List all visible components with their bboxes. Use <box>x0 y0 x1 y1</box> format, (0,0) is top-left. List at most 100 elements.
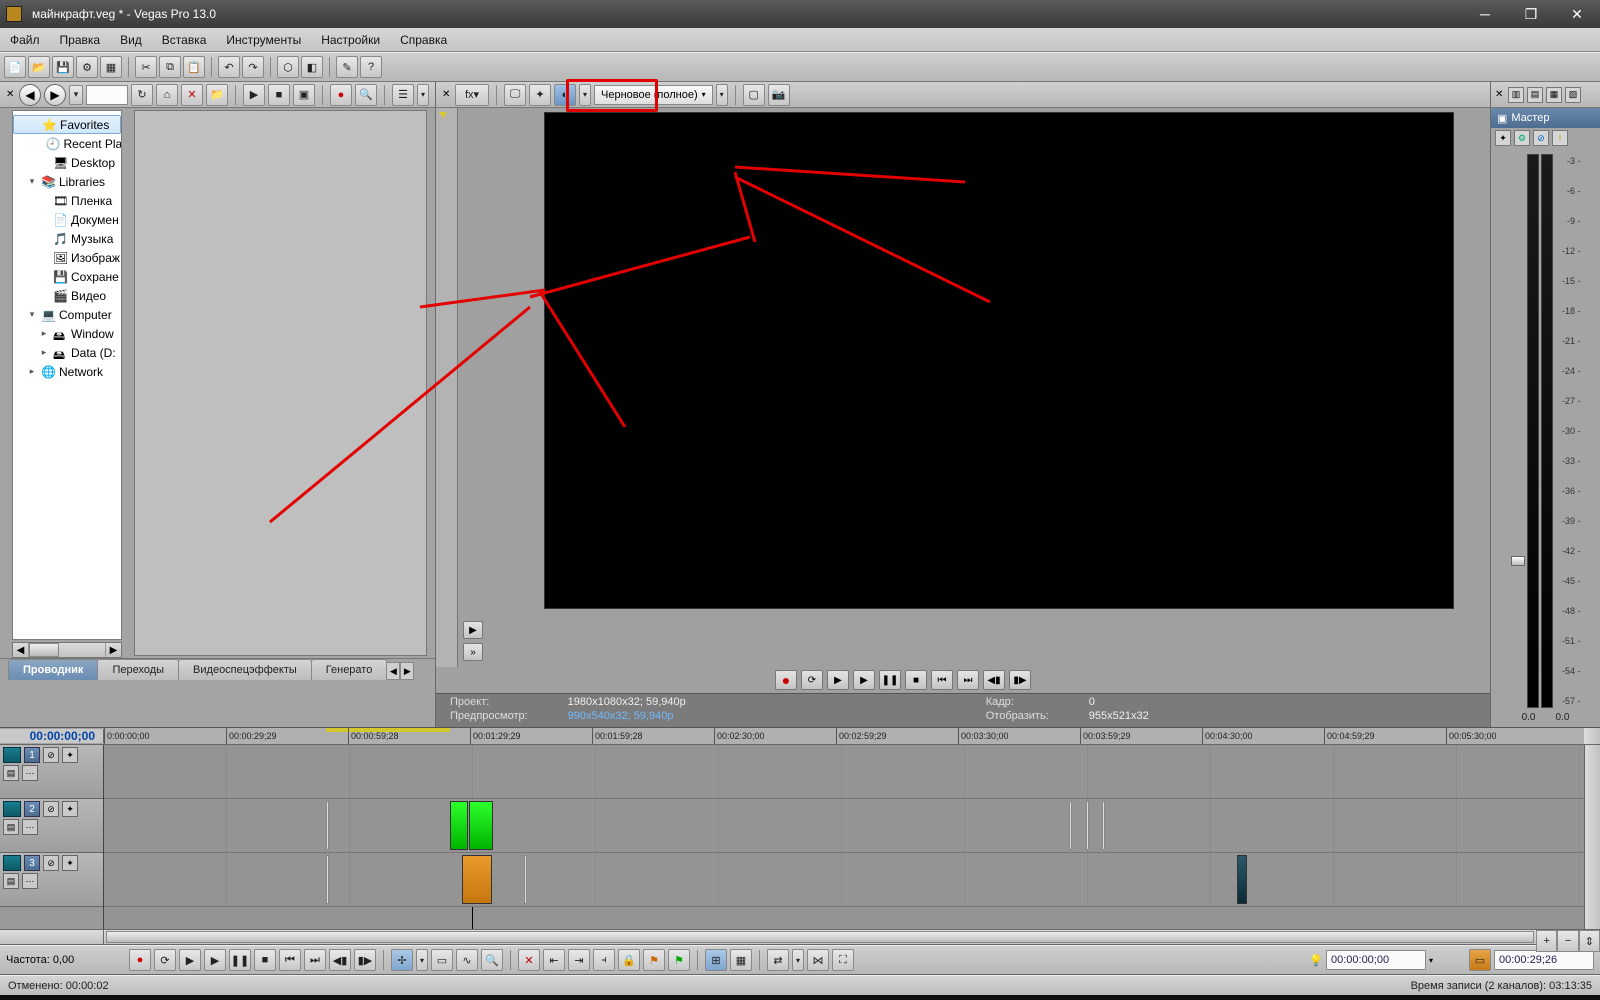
quality-sub-dropdown[interactable]: ▾ <box>716 84 728 106</box>
envelope-tool[interactable]: ∿ <box>456 949 478 971</box>
split-button[interactable]: ⫞ <box>593 949 615 971</box>
opera-button[interactable] <box>288 995 336 1000</box>
play-button[interactable]: ▶ <box>853 670 875 690</box>
lock-button[interactable]: 🔒 <box>618 949 640 971</box>
tc-dropdown-icon[interactable]: ▾ <box>1429 956 1433 965</box>
auto-ripple-button[interactable]: ⇄ <box>767 949 789 971</box>
menu-view[interactable]: Вид <box>110 29 152 51</box>
track-comp-button[interactable]: ▤ <box>3 873 19 889</box>
selection-tool[interactable]: ▭ <box>431 949 453 971</box>
preview-quality-dropdown[interactable]: Черновое (полное) ▾ <box>594 85 713 105</box>
marker-button[interactable]: ⚑ <box>643 949 665 971</box>
tree-item[interactable]: ▸🖴Data (D: <box>13 343 121 362</box>
quantize-button[interactable]: ▦ <box>730 949 752 971</box>
master-close-icon[interactable]: ✕ <box>1495 89 1505 100</box>
master-fader[interactable] <box>1511 556 1525 566</box>
cut-button[interactable]: ✂ <box>135 56 157 78</box>
overlays-button[interactable]: ▢ <box>743 84 765 106</box>
window-maximize-button[interactable]: ❐ <box>1508 0 1554 28</box>
tree-item[interactable]: ▸🌐Network <box>13 362 121 381</box>
master-fx-button[interactable]: ⚙ <box>1514 130 1530 146</box>
zoom-button[interactable]: 🔍 <box>355 84 377 106</box>
track-fx-button[interactable]: ✦ <box>62 747 78 763</box>
play-start-button[interactable]: ▶ <box>827 670 849 690</box>
menu-insert[interactable]: Вставка <box>152 29 217 51</box>
window-close-button[interactable]: ✕ <box>1554 0 1600 28</box>
track-header-1[interactable]: 1⊘✦ ▤⋯ <box>0 745 103 799</box>
track-bypass-button[interactable]: ⊘ <box>43 747 59 763</box>
master-dim-button[interactable]: ▦ <box>1546 87 1562 103</box>
auto-crossfade-button[interactable]: ⋈ <box>807 949 829 971</box>
video-clip[interactable] <box>469 801 493 850</box>
master-bus-button[interactable]: ▤ <box>1527 87 1543 103</box>
tl-go-start-button[interactable]: ⏮ <box>279 949 301 971</box>
nav-back-button[interactable]: ◀ <box>19 84 41 106</box>
track-lane-3[interactable] <box>104 853 1584 907</box>
redo-button[interactable]: ↷ <box>242 56 264 78</box>
help-button[interactable]: ? <box>360 56 382 78</box>
master-prefx-button[interactable]: ✦ <box>1495 130 1511 146</box>
views-dropdown-button[interactable]: ▾ <box>417 84 429 106</box>
preview-ruler[interactable] <box>436 108 458 667</box>
tl-play-button[interactable]: ▶ <box>204 949 226 971</box>
menu-help[interactable]: Справка <box>390 29 457 51</box>
mail-button[interactable] <box>240 995 288 1000</box>
vegas-taskbar-button[interactable] <box>336 995 384 1000</box>
clip-marker[interactable] <box>1086 801 1089 850</box>
snap-button[interactable]: ⊞ <box>705 949 727 971</box>
render-button[interactable]: ▦ <box>100 56 122 78</box>
track-bypass-button[interactable]: ⊘ <box>43 801 59 817</box>
explorer-close-icon[interactable]: ✕ <box>6 89 16 100</box>
timeline-ruler[interactable]: 0:00:00;0000:00:29;2900:00:59;2800:01:29… <box>104 728 1584 744</box>
tree-item[interactable]: 📄Докумен <box>13 210 121 229</box>
tl-play-start-button[interactable]: ▶ <box>179 949 201 971</box>
file-explorer-button[interactable] <box>192 995 240 1000</box>
tl-loop-button[interactable]: ⟳ <box>154 949 176 971</box>
region-button[interactable]: ⚑ <box>668 949 690 971</box>
tree-item[interactable]: 🎵Музыка <box>13 229 121 248</box>
preview-close-icon[interactable]: ✕ <box>442 89 452 100</box>
loop-button[interactable]: ⟳ <box>801 670 823 690</box>
track-fx-button[interactable]: ✦ <box>62 855 78 871</box>
tab-transitions[interactable]: Переходы <box>97 659 179 680</box>
open-project-button[interactable]: 📂 <box>28 56 50 78</box>
next-frame-button[interactable]: ▮▶ <box>1009 670 1031 690</box>
preview-viewport[interactable] <box>544 112 1454 609</box>
track-header-2[interactable]: 2⊘✦ ▤⋯ <box>0 799 103 853</box>
tl-record-button[interactable]: ● <box>129 949 151 971</box>
preview-fx-dropdown[interactable]: fx ▾ <box>455 84 489 106</box>
track-bypass-button[interactable]: ⊘ <box>43 855 59 871</box>
tl-stop-button[interactable]: ■ <box>254 949 276 971</box>
auto-preview-button[interactable]: ▣ <box>293 84 315 106</box>
ignore-grouping-button[interactable]: ⛶ <box>832 949 854 971</box>
snapshot-button[interactable]: 📷 <box>768 84 790 106</box>
split-screen-button[interactable]: ◐ <box>554 84 576 106</box>
autosave-button[interactable]: ◧ <box>301 56 323 78</box>
address-bar[interactable] <box>86 85 128 105</box>
tab-scroll-left[interactable]: ◀ <box>386 662 400 680</box>
zoom-out-h-button[interactable]: − <box>1557 930 1578 952</box>
undo-button[interactable]: ↶ <box>218 56 240 78</box>
tree-item[interactable]: 💾Сохране <box>13 267 121 286</box>
tab-scroll-right[interactable]: ▶ <box>400 662 414 680</box>
folder-tree[interactable]: ⭐Favorites 🕘Recent Place 🖥Desktop▾📚Libra… <box>12 110 122 640</box>
pause-button[interactable]: ❚❚ <box>879 670 901 690</box>
track-more-button[interactable]: ⋯ <box>22 765 38 781</box>
tree-item[interactable]: 🎬Видео <box>13 286 121 305</box>
zoom-tool[interactable]: 🔍 <box>481 949 503 971</box>
record-button[interactable]: ● <box>330 84 352 106</box>
brush-button[interactable]: ✎ <box>336 56 358 78</box>
steam-button[interactable] <box>96 995 144 1000</box>
master-insert-fx-button[interactable]: ▥ <box>1508 87 1524 103</box>
tab-explorer[interactable]: Проводник <box>8 659 98 680</box>
file-list[interactable] <box>134 110 427 656</box>
chrome-button[interactable] <box>144 995 192 1000</box>
track-fx-button[interactable]: ✦ <box>62 801 78 817</box>
output-fx-button[interactable]: ✦ <box>529 84 551 106</box>
stop-button[interactable]: ■ <box>905 670 927 690</box>
tree-item[interactable]: 🖼Изображ <box>13 248 121 267</box>
split-screen-dropdown[interactable]: ▾ <box>579 84 591 106</box>
menu-file[interactable]: Файл <box>0 29 50 51</box>
video-clip[interactable] <box>450 801 468 850</box>
new-project-button[interactable]: 📄 <box>4 56 26 78</box>
